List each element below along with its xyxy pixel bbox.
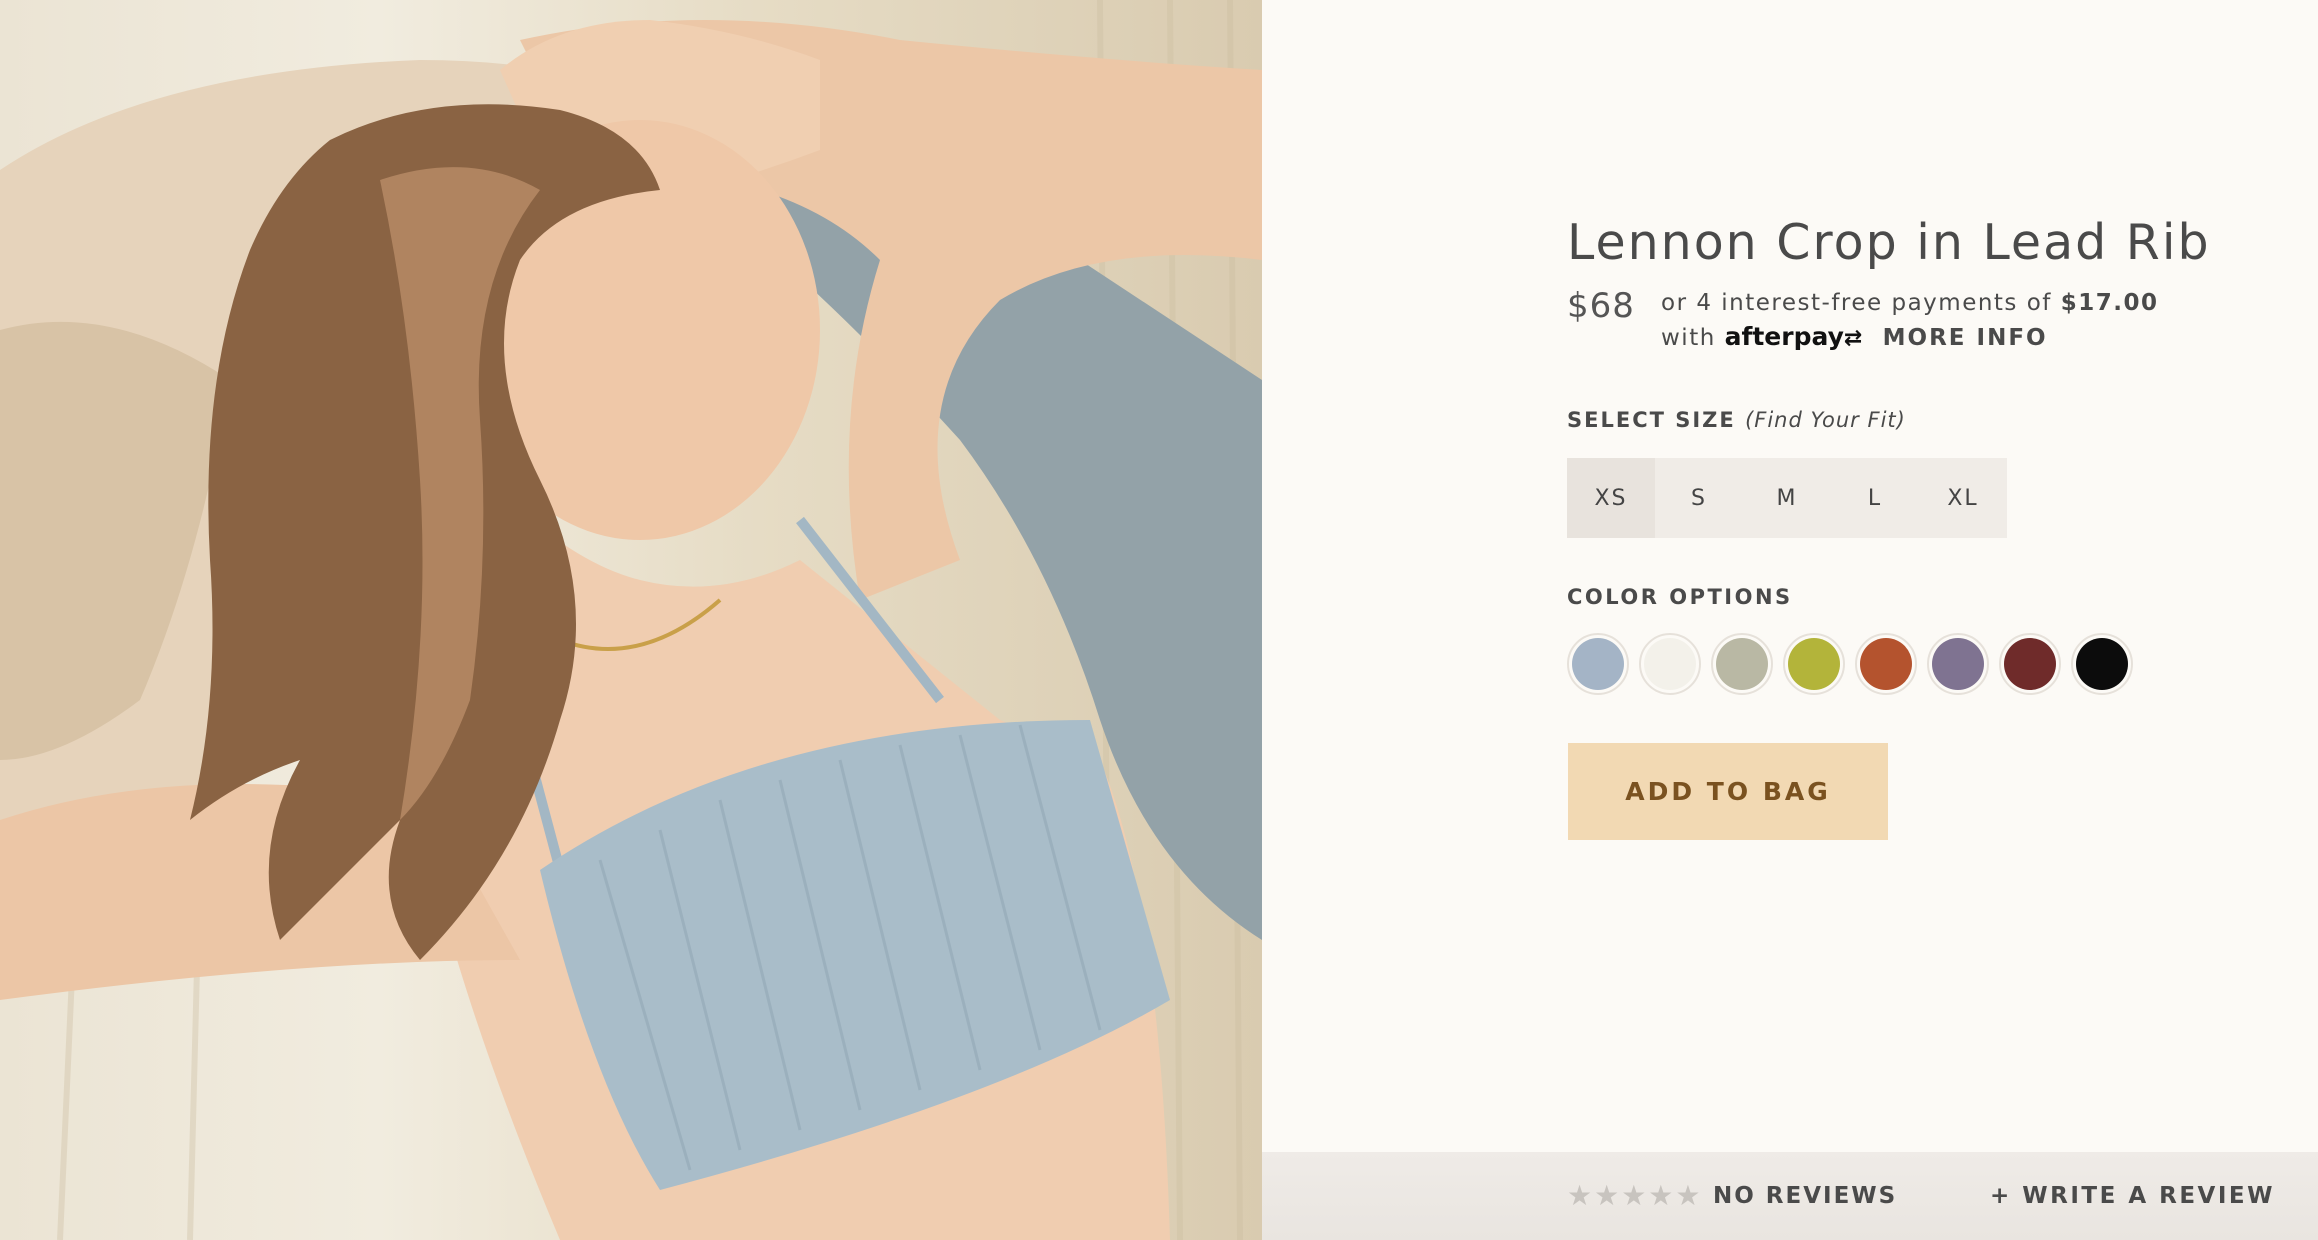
color-swatch[interactable]	[1639, 633, 1701, 695]
color-swatch[interactable]	[2071, 633, 2133, 695]
reviews-bar: ★★★★★ NO REVIEWS + WRITE A REVIEW	[1262, 1152, 2318, 1240]
swatch-fill	[2076, 638, 2128, 690]
color-swatch[interactable]	[1783, 633, 1845, 695]
product-title: Lennon Crop in Lead Rib	[1567, 214, 2211, 271]
size-options: XS S M L XL	[1567, 458, 2007, 538]
color-swatches	[1567, 633, 2143, 695]
size-selector-label: SELECT SIZE (Find Your Fit)	[1567, 408, 1906, 432]
swatch-fill	[1860, 638, 1912, 690]
color-swatch[interactable]	[1567, 633, 1629, 695]
swatch-fill	[2004, 638, 2056, 690]
swatch-fill	[1572, 638, 1624, 690]
add-to-bag-button[interactable]: ADD TO BAG	[1568, 743, 1888, 840]
write-review-link[interactable]: + WRITE A REVIEW	[1990, 1183, 2275, 1209]
swatch-fill	[1788, 638, 1840, 690]
afterpay-more-info-link[interactable]: MORE INFO	[1883, 325, 2048, 351]
size-option-xl[interactable]: XL	[1919, 458, 2007, 538]
color-swatch[interactable]	[1927, 633, 1989, 695]
afterpay-amount: $17.00	[2060, 290, 2159, 316]
afterpay-logo: afterpay	[1724, 322, 1844, 351]
afterpay-message: or 4 interest-free payments of $17.00 wi…	[1661, 286, 2158, 356]
swatch-fill	[1716, 638, 1768, 690]
find-your-fit-link[interactable]: (Find Your Fit)	[1745, 408, 1906, 432]
color-swatch[interactable]	[1855, 633, 1917, 695]
swatch-fill	[1644, 638, 1696, 690]
select-size-label: SELECT SIZE	[1567, 408, 1736, 432]
rating-stars-icon: ★★★★★	[1567, 1179, 1703, 1212]
product-price: $68	[1567, 286, 1635, 326]
afterpay-prefix: or 4 interest-free payments of	[1661, 290, 2052, 316]
model-photo-illustration	[0, 0, 1262, 1240]
color-swatch[interactable]	[1711, 633, 1773, 695]
color-swatch[interactable]	[1999, 633, 2061, 695]
reviews-count: NO REVIEWS	[1713, 1183, 1898, 1209]
product-details: Lennon Crop in Lead Rib $68 or 4 interes…	[1262, 0, 2318, 1152]
product-photo	[0, 0, 1262, 1240]
size-option-l[interactable]: L	[1831, 458, 1919, 538]
afterpay-arrows-icon: ⇄	[1843, 326, 1864, 351]
color-options-label: COLOR OPTIONS	[1567, 585, 1793, 609]
size-option-s[interactable]: S	[1655, 458, 1743, 538]
size-option-m[interactable]: M	[1743, 458, 1831, 538]
afterpay-with: with	[1661, 325, 1716, 351]
size-option-xs[interactable]: XS	[1567, 458, 1655, 538]
swatch-fill	[1932, 638, 1984, 690]
